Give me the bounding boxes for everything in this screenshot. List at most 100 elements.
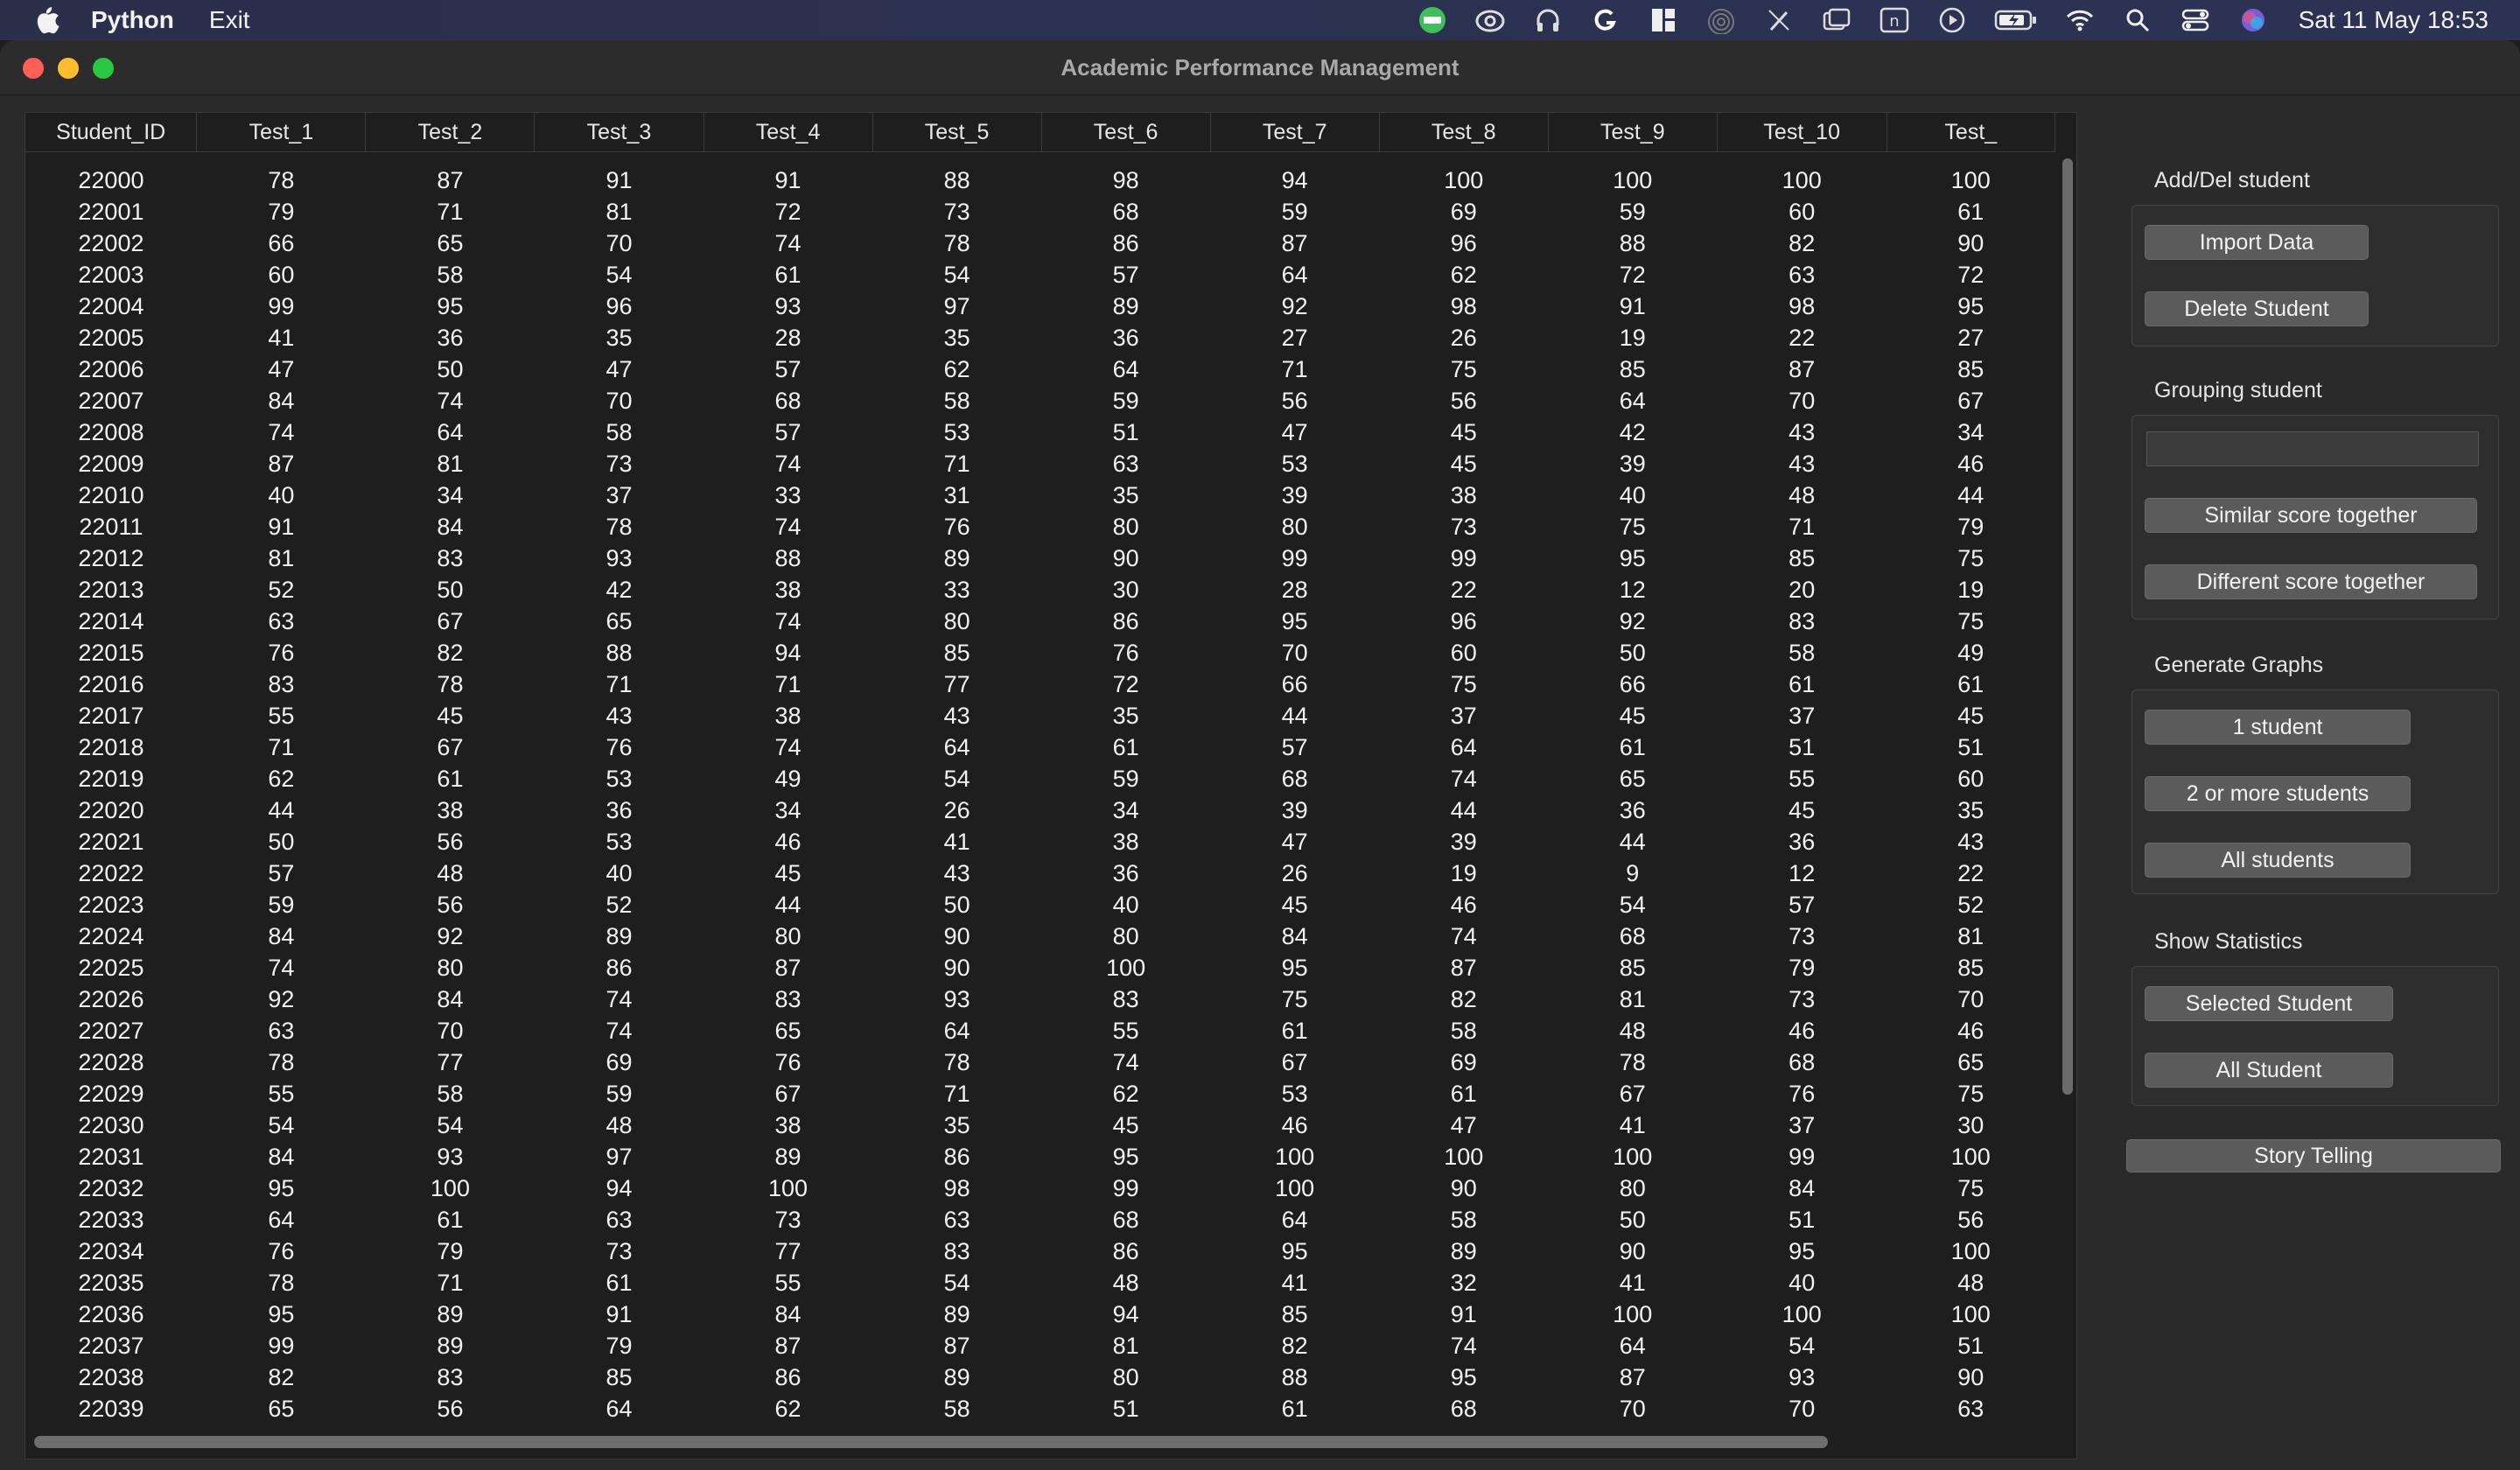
table-row[interactable]: 22034 76 79 73 77 83 86 95 89 90 95 100: [25, 1236, 2055, 1267]
table-row[interactable]: 22028 78 77 69 76 78 74 67 69 78 68 65: [25, 1046, 2055, 1078]
battery-charging-icon[interactable]: [1994, 4, 2038, 36]
table-row[interactable]: 22031 84 93 97 89 86 95 100 100 100 99 100: [25, 1141, 2055, 1172]
table-row[interactable]: 22036 95 89 91 84 89 94 85 91 100 100 100: [25, 1298, 2055, 1330]
multi-student-graph-button[interactable]: 2 or more students: [2145, 776, 2411, 811]
menubar-clock[interactable]: Sat 11 May 18:53: [2299, 6, 2488, 34]
score-cell: 44: [268, 796, 295, 823]
table-row[interactable]: 22033 64 61 63 73 63 68 64 58 50 51 56: [25, 1204, 2055, 1236]
one-student-graph-button[interactable]: 1 student: [2145, 710, 2411, 745]
table-row[interactable]: 22004 99 95 96 93 97 89 92 98 91 98 95: [25, 290, 2055, 322]
table-row[interactable]: 22024 84 92 89 80 90 80 84 74 68 73 81: [25, 920, 2055, 952]
n-app-icon[interactable]: n: [1879, 4, 1910, 36]
table-row[interactable]: 22025 74 80 86 87 90 100 95 87 85 79 85: [25, 952, 2055, 984]
selected-student-stats-button[interactable]: Selected Student: [2145, 986, 2393, 1021]
table-row[interactable]: 22018 71 67 76 74 64 61 57 64 61 51 51: [25, 732, 2055, 763]
column-header-test[interactable]: Test_1: [196, 113, 367, 152]
line-app-icon[interactable]: [1417, 4, 1448, 36]
table-row[interactable]: 22030 54 54 48 38 35 45 46 47 41 37 30: [25, 1110, 2055, 1141]
similar-score-button[interactable]: Similar score together: [2145, 498, 2477, 533]
table-row[interactable]: 22000 78 87 91 91 88 98 94 100 100 100 100: [25, 152, 2055, 197]
column-header-test[interactable]: Test_8: [1379, 113, 1549, 152]
screen-mirror-icon[interactable]: [1821, 4, 1852, 36]
wifi-icon[interactable]: [2064, 4, 2096, 36]
menu-item-exit[interactable]: Exit: [209, 6, 250, 34]
score-cell: 96: [1450, 607, 1477, 634]
table-row[interactable]: 22027 63 70 74 65 64 55 61 58 48 46 46: [25, 1015, 2055, 1046]
column-header-test[interactable]: Test_3: [534, 113, 704, 152]
table-row[interactable]: 22003 60 58 54 61 54 57 64 62 72 63 72: [25, 259, 2055, 290]
control-center-icon[interactable]: [2180, 4, 2211, 36]
all-student-stats-button[interactable]: All Student: [2145, 1053, 2393, 1088]
table-row[interactable]: 22001 79 71 81 72 73 68 59 69 59 60 61: [25, 196, 2055, 228]
apple-icon[interactable]: [35, 5, 60, 35]
story-telling-button[interactable]: Story Telling: [2126, 1139, 2501, 1172]
table-row[interactable]: 22010 40 34 37 33 31 35 39 38 40 48 44: [25, 480, 2055, 511]
score-cell: 45: [1450, 418, 1477, 445]
different-score-button[interactable]: Different score together: [2145, 564, 2477, 599]
headphones-icon[interactable]: [1532, 4, 1564, 36]
table-row[interactable]: 22039 65 56 64 62 58 51 61 68 70 70 63: [25, 1393, 2055, 1424]
table-row[interactable]: 22014 63 67 65 74 80 86 95 96 92 83 75: [25, 606, 2055, 637]
table-row[interactable]: 22007 84 74 70 68 58 59 56 56 64 70 67: [25, 385, 2055, 416]
column-header-test[interactable]: Test_7: [1210, 113, 1380, 152]
table-row[interactable]: 22035 78 71 61 55 54 48 41 32 41 40 48: [25, 1267, 2055, 1298]
student-table-panel: Student_ID Test_1 Test_2 Test_3 Test_4 Test_5…: [24, 112, 2077, 1460]
delete-student-button[interactable]: Delete Student: [2145, 291, 2369, 326]
all-students-graph-button[interactable]: All students: [2145, 843, 2411, 878]
score-cell: 28: [1281, 576, 1308, 603]
table-row[interactable]: 22016 83 78 71 71 77 72 66 75 66 61 61: [25, 668, 2055, 700]
group-size-input[interactable]: [2146, 431, 2479, 466]
table-row[interactable]: 22038 82 83 85 86 89 80 88 95 87 93 90: [25, 1362, 2055, 1393]
score-cell: 99: [268, 1332, 295, 1359]
table-row[interactable]: 22006 47 50 47 57 62 64 71 75 85 87 85: [25, 354, 2055, 385]
score-cell: 53: [606, 765, 633, 792]
column-header-test[interactable]: Test_10: [1717, 113, 1887, 152]
vertical-scrollbar[interactable]: [2062, 158, 2073, 1095]
airdrop-icon[interactable]: [1705, 4, 1737, 36]
score-cell: 95: [1112, 1143, 1139, 1170]
pen-off-icon[interactable]: [1763, 4, 1795, 36]
column-header-test[interactable]: Test_4: [704, 113, 873, 152]
table-row[interactable]: 22023 59 56 52 44 50 40 45 46 54 57 52: [25, 889, 2055, 920]
column-header-test[interactable]: Test_9: [1548, 113, 1718, 152]
window-layout-icon[interactable]: [1648, 4, 1679, 36]
creative-cloud-icon[interactable]: [1474, 4, 1506, 36]
spotlight-search-icon[interactable]: [2122, 4, 2153, 36]
table-row[interactable]: 22009 87 81 73 74 71 63 53 45 39 43 46: [25, 448, 2055, 480]
column-header-test[interactable]: Test_: [1886, 113, 2055, 152]
score-cell: 54: [943, 765, 970, 792]
table-row[interactable]: 22026 92 84 74 83 93 83 75 82 81 73 70: [25, 984, 2055, 1015]
table-row[interactable]: 22012 81 83 93 88 89 90 99 99 95 85 75: [25, 542, 2055, 574]
table-row[interactable]: 22011 91 84 78 74 76 80 80 73 75 71 79: [25, 511, 2055, 542]
score-cell: 71: [268, 733, 295, 760]
siri-icon[interactable]: [2237, 4, 2269, 36]
table-row[interactable]: 22019 62 61 53 49 54 59 68 74 65 55 60: [25, 763, 2055, 794]
play-icon[interactable]: [1936, 4, 1968, 36]
column-header-test[interactable]: Test_2: [365, 113, 536, 152]
column-header-student-id[interactable]: Student_ID: [25, 113, 198, 152]
table-row[interactable]: 22032 95 100 94 100 98 99 100 90 80 84 75: [25, 1172, 2055, 1204]
table-row[interactable]: 22017 55 45 43 38 43 35 44 37 45 37 45: [25, 700, 2055, 732]
score-cell: 56: [1281, 387, 1308, 414]
table-row[interactable]: 22022 57 48 40 45 43 36 26 19 9 12 22: [25, 858, 2055, 889]
score-cell: 87: [437, 166, 464, 193]
import-data-button[interactable]: Import Data: [2145, 225, 2369, 260]
table-row[interactable]: 22029 55 58 59 67 71 62 53 61 67 76 75: [25, 1078, 2055, 1110]
column-header-test[interactable]: Test_6: [1041, 113, 1211, 152]
table-row[interactable]: 22037 99 89 79 87 87 81 82 74 64 54 51: [25, 1330, 2055, 1362]
horizontal-scrollbar[interactable]: [34, 1436, 1828, 1448]
grammarly-icon[interactable]: [1590, 4, 1621, 36]
table-row[interactable]: 22002 66 65 70 74 78 86 87 96 88 82 90: [25, 228, 2055, 259]
column-header-test[interactable]: Test_5: [872, 113, 1042, 152]
table-row[interactable]: 22008 74 64 58 57 53 51 47 45 42 43 34: [25, 416, 2055, 448]
table-row[interactable]: 22013 52 50 42 38 33 30 28 22 12 20 19: [25, 574, 2055, 606]
score-cell: 91: [774, 166, 802, 193]
app-menu-python[interactable]: Python: [91, 6, 174, 34]
table-row[interactable]: 22021 50 56 53 46 41 38 47 39 44 36 43: [25, 826, 2055, 858]
table-row[interactable]: 22015 76 82 88 94 85 76 70 60 50 58 49: [25, 637, 2055, 668]
score-cell: 65: [1957, 1048, 1984, 1075]
score-cell: 89: [437, 1332, 464, 1359]
table-row[interactable]: 22020 44 38 36 34 26 34 39 44 36 45 35: [25, 794, 2055, 826]
score-cell: 19: [1957, 576, 1984, 603]
table-row[interactable]: 22005 41 36 35 28 35 36 27 26 19 22 27: [25, 322, 2055, 354]
